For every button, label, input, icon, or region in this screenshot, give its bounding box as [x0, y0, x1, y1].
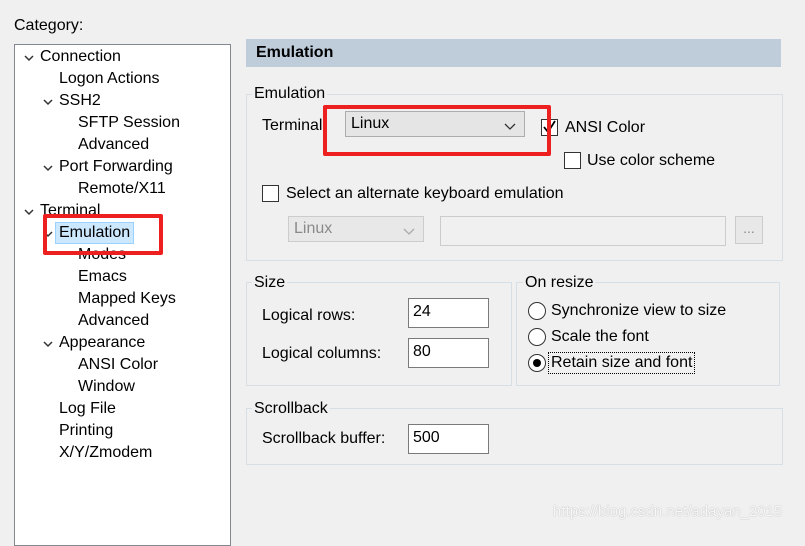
page-title: Emulation [256, 44, 334, 61]
tree-item-ansi-color[interactable]: ANSI Color [78, 355, 158, 375]
radio-selected-dot [533, 359, 541, 367]
category-tree[interactable]: Connection Logon Actions SSH2 SFTP Sessi… [14, 44, 231, 546]
alt-keyboard-label: Select an alternate keyboard emulation [286, 185, 564, 202]
ansi-color-label: ANSI Color [565, 119, 646, 136]
tree-item-log-file[interactable]: Log File [59, 399, 116, 419]
tree-item-connection[interactable]: Connection [40, 47, 121, 67]
scrollback-buffer-label: Scrollback buffer: [262, 430, 386, 447]
highlight-box-tree [43, 214, 163, 255]
on-resize-group-title: On resize [523, 273, 596, 293]
logical-columns-value: 80 [413, 343, 431, 360]
size-group-title: Size [252, 273, 288, 293]
logical-rows-label: Logical rows: [262, 307, 356, 324]
alt-keyboard-checkbox[interactable] [262, 185, 279, 202]
use-color-scheme-checkbox[interactable] [564, 152, 581, 169]
emulation-group-title: Emulation [252, 84, 328, 104]
chevron-down-icon[interactable] [42, 96, 54, 108]
tree-item-ssh2-advanced[interactable]: Advanced [78, 135, 149, 155]
watermark: https://blog.csdn.net/adayan_2015 [553, 503, 783, 520]
tree-item-sftp-session[interactable]: SFTP Session [78, 113, 180, 133]
logical-columns-label: Logical columns: [262, 345, 382, 362]
tree-item-xyzmodem[interactable]: X/Y/Zmodem [59, 443, 152, 463]
browse-button[interactable]: ... [735, 216, 763, 244]
chevron-down-icon [403, 224, 415, 242]
tree-item-mapped-keys[interactable]: Mapped Keys [78, 289, 176, 309]
radio-scale-font-label: Scale the font [551, 328, 649, 345]
category-label: Category: [14, 17, 84, 34]
alt-keyboard-select[interactable]: Linux [288, 216, 424, 242]
logical-rows-field[interactable]: 24 [408, 298, 489, 328]
tree-item-port-forwarding[interactable]: Port Forwarding [59, 157, 173, 177]
radio-retain-size-label: Retain size and font [547, 352, 696, 374]
alt-keyboard-path-field[interactable] [440, 216, 726, 246]
tree-item-emulation-advanced[interactable]: Advanced [78, 311, 149, 331]
chevron-down-icon[interactable] [23, 52, 35, 64]
radio-synchronize-view-label: Synchronize view to size [551, 302, 727, 319]
chevron-down-icon[interactable] [42, 162, 54, 174]
chevron-down-icon[interactable] [23, 206, 35, 218]
logical-rows-value: 24 [413, 303, 431, 320]
radio-scale-font[interactable] [528, 328, 546, 346]
tree-item-appearance[interactable]: Appearance [59, 333, 145, 353]
tree-item-window[interactable]: Window [78, 377, 135, 397]
tree-item-printing[interactable]: Printing [59, 421, 113, 441]
scrollback-buffer-field[interactable]: 500 [408, 424, 489, 454]
use-color-scheme-label: Use color scheme [587, 152, 716, 169]
tree-item-logon-actions[interactable]: Logon Actions [59, 69, 160, 89]
logical-columns-field[interactable]: 80 [408, 338, 489, 368]
scrollback-buffer-value: 500 [413, 429, 440, 446]
highlight-box-terminal [323, 105, 551, 156]
radio-synchronize-view[interactable] [528, 302, 546, 320]
alt-keyboard-select-value: Linux [294, 220, 333, 237]
page-header: Emulation [246, 39, 781, 67]
tree-item-remote-x11[interactable]: Remote/X11 [78, 179, 166, 199]
scrollback-group-title: Scrollback [252, 399, 330, 419]
terminal-label: Terminal: [262, 117, 327, 134]
tree-item-ssh2[interactable]: SSH2 [59, 91, 101, 111]
radio-retain-size[interactable] [528, 354, 546, 372]
tree-item-emacs[interactable]: Emacs [78, 267, 127, 287]
chevron-down-icon[interactable] [42, 338, 54, 350]
